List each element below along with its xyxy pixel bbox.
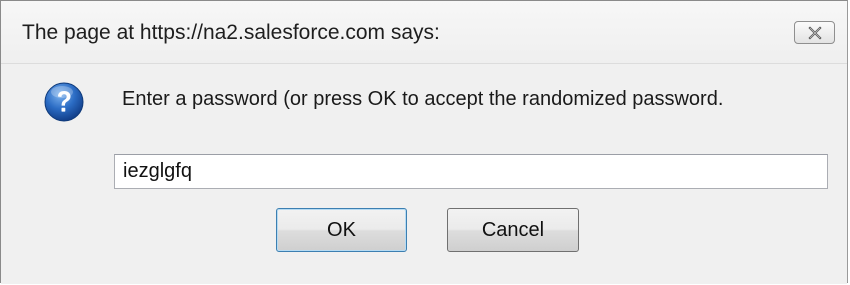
cancel-button-label: Cancel <box>481 218 545 241</box>
cancel-button[interactable]: Cancel <box>447 208 579 252</box>
question-icon <box>44 82 84 122</box>
dialog-titlebar: The page at https://na2.salesforce.com s… <box>1 1 847 64</box>
ok-button-label: OK <box>327 218 356 241</box>
dialog-message: Enter a password (or press OK to accept … <box>122 88 724 110</box>
dialog-title: The page at https://na2.salesforce.com s… <box>22 21 440 44</box>
ok-button[interactable]: OK <box>276 208 407 252</box>
password-input[interactable] <box>114 154 828 189</box>
prompt-dialog: The page at https://na2.salesforce.com s… <box>0 0 848 284</box>
dialog-content: Enter a password (or press OK to accept … <box>1 64 847 284</box>
close-button[interactable] <box>794 21 835 44</box>
close-icon <box>807 25 822 40</box>
